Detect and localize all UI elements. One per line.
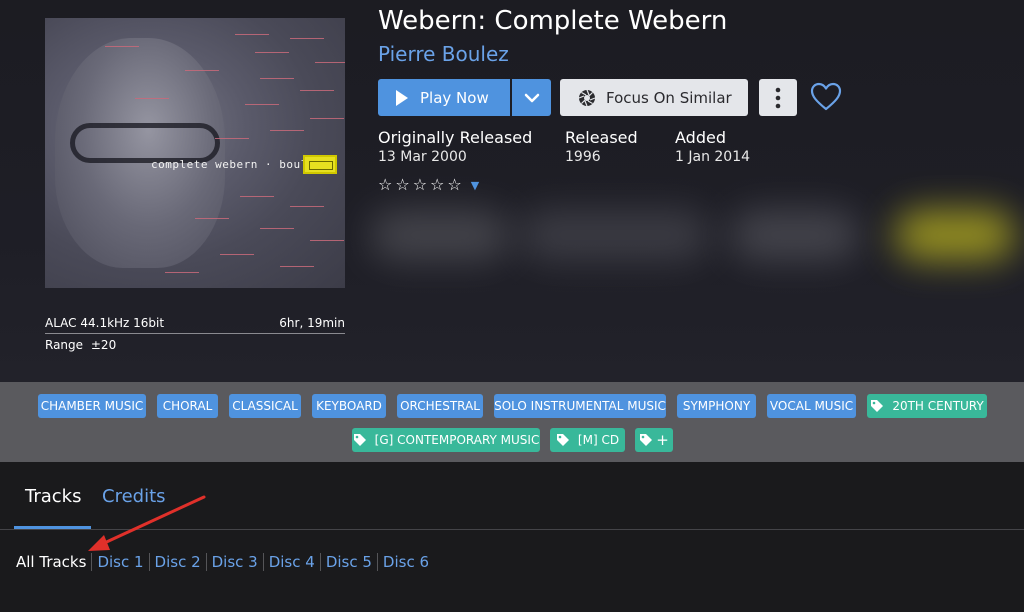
annotation-arrow	[88, 495, 206, 551]
